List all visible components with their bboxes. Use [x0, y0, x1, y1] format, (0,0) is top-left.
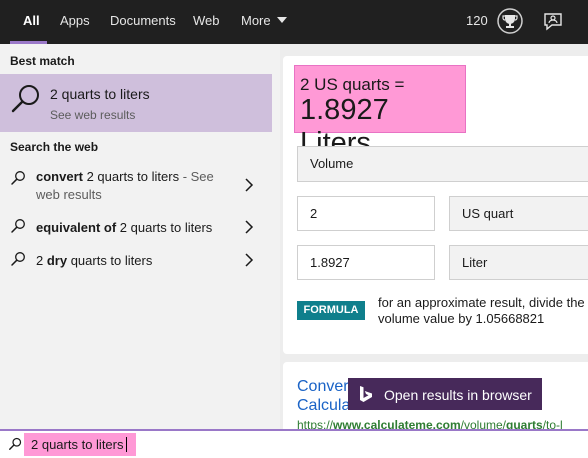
chevron-down-icon [276, 17, 287, 23]
from-unit-select[interactable]: US quart [449, 196, 588, 231]
text-cursor [126, 437, 127, 452]
suggestion-rest: 2 quarts to liters [82, 169, 180, 184]
formula-badge: FORMULA [297, 301, 365, 320]
suggestion-rest: 2 quarts to liters [116, 220, 213, 235]
tab-all[interactable]: All [23, 0, 40, 44]
top-nav: All Apps Documents Web More 120 [0, 0, 588, 44]
search-input[interactable]: 2 quarts to liters [24, 433, 136, 456]
suggestion-bold: convert [36, 169, 83, 184]
search-icon [9, 437, 22, 450]
best-match-title: 2 quarts to liters [50, 86, 150, 102]
chevron-right-icon [245, 178, 254, 192]
tab-web[interactable]: Web [193, 0, 220, 44]
search-icon [11, 171, 25, 185]
formula-text: for an approximate result, divide the vo… [378, 295, 585, 326]
web-suggestion-text: equivalent of 2 quarts to liters [36, 219, 236, 237]
suggestion-pre: 2 [36, 253, 47, 268]
web-suggestion-equivalent[interactable]: equivalent of 2 quarts to liters [0, 214, 272, 242]
search-icon [11, 219, 25, 233]
tab-apps[interactable]: Apps [60, 0, 90, 44]
web-suggestion-text: 2 dry quarts to liters [36, 252, 236, 270]
bing-icon [360, 386, 372, 402]
converter-card: 2 US quarts = 1.8927 Liters Volume 2 US … [283, 56, 588, 354]
suggestion-bold: equivalent of [36, 220, 117, 235]
from-value-input[interactable]: 2 [297, 196, 435, 231]
to-value-input[interactable]: 1.8927 [297, 245, 435, 280]
suggestion-bold: dry [46, 253, 68, 268]
feedback-icon[interactable] [542, 11, 564, 33]
rewards-points: 120 [466, 13, 488, 28]
search-icon [11, 85, 39, 113]
search-icon [11, 252, 25, 266]
chevron-right-icon [245, 253, 254, 267]
category-select[interactable]: Volume [297, 146, 588, 182]
tab-documents[interactable]: Documents [110, 0, 176, 44]
to-unit-select[interactable]: Liter [449, 245, 588, 280]
web-suggestion-convert[interactable]: convert 2 quarts to liters - See web res… [0, 162, 272, 208]
trophy-icon[interactable] [497, 8, 523, 34]
results-list: Best match 2 quarts to liters See web re… [0, 44, 280, 429]
best-match-heading: Best match [10, 54, 75, 68]
open-results-in-browser-button[interactable]: Open results in browser [348, 378, 542, 410]
tab-more-label: More [241, 13, 271, 28]
best-match-subtitle: See web results [50, 108, 136, 122]
answer-box: 2 US quarts = 1.8927 Liters [294, 65, 466, 159]
search-bar: 2 quarts to liters [0, 429, 588, 458]
chevron-right-icon [245, 220, 254, 234]
web-suggestion-text: convert 2 quarts to liters - See web res… [36, 168, 236, 204]
search-web-heading: Search the web [10, 140, 99, 154]
answer-question: 2 US quarts = [300, 75, 405, 94]
best-match-item[interactable]: 2 quarts to liters See web results [0, 74, 272, 132]
tab-more[interactable]: More [241, 0, 287, 44]
web-suggestion-dry[interactable]: 2 dry quarts to liters [0, 247, 272, 275]
suggestion-rest: quarts to liters [67, 253, 153, 268]
preview-pane: 2 US quarts = 1.8927 Liters Volume 2 US … [280, 44, 588, 432]
open-results-label: Open results in browser [384, 387, 532, 403]
